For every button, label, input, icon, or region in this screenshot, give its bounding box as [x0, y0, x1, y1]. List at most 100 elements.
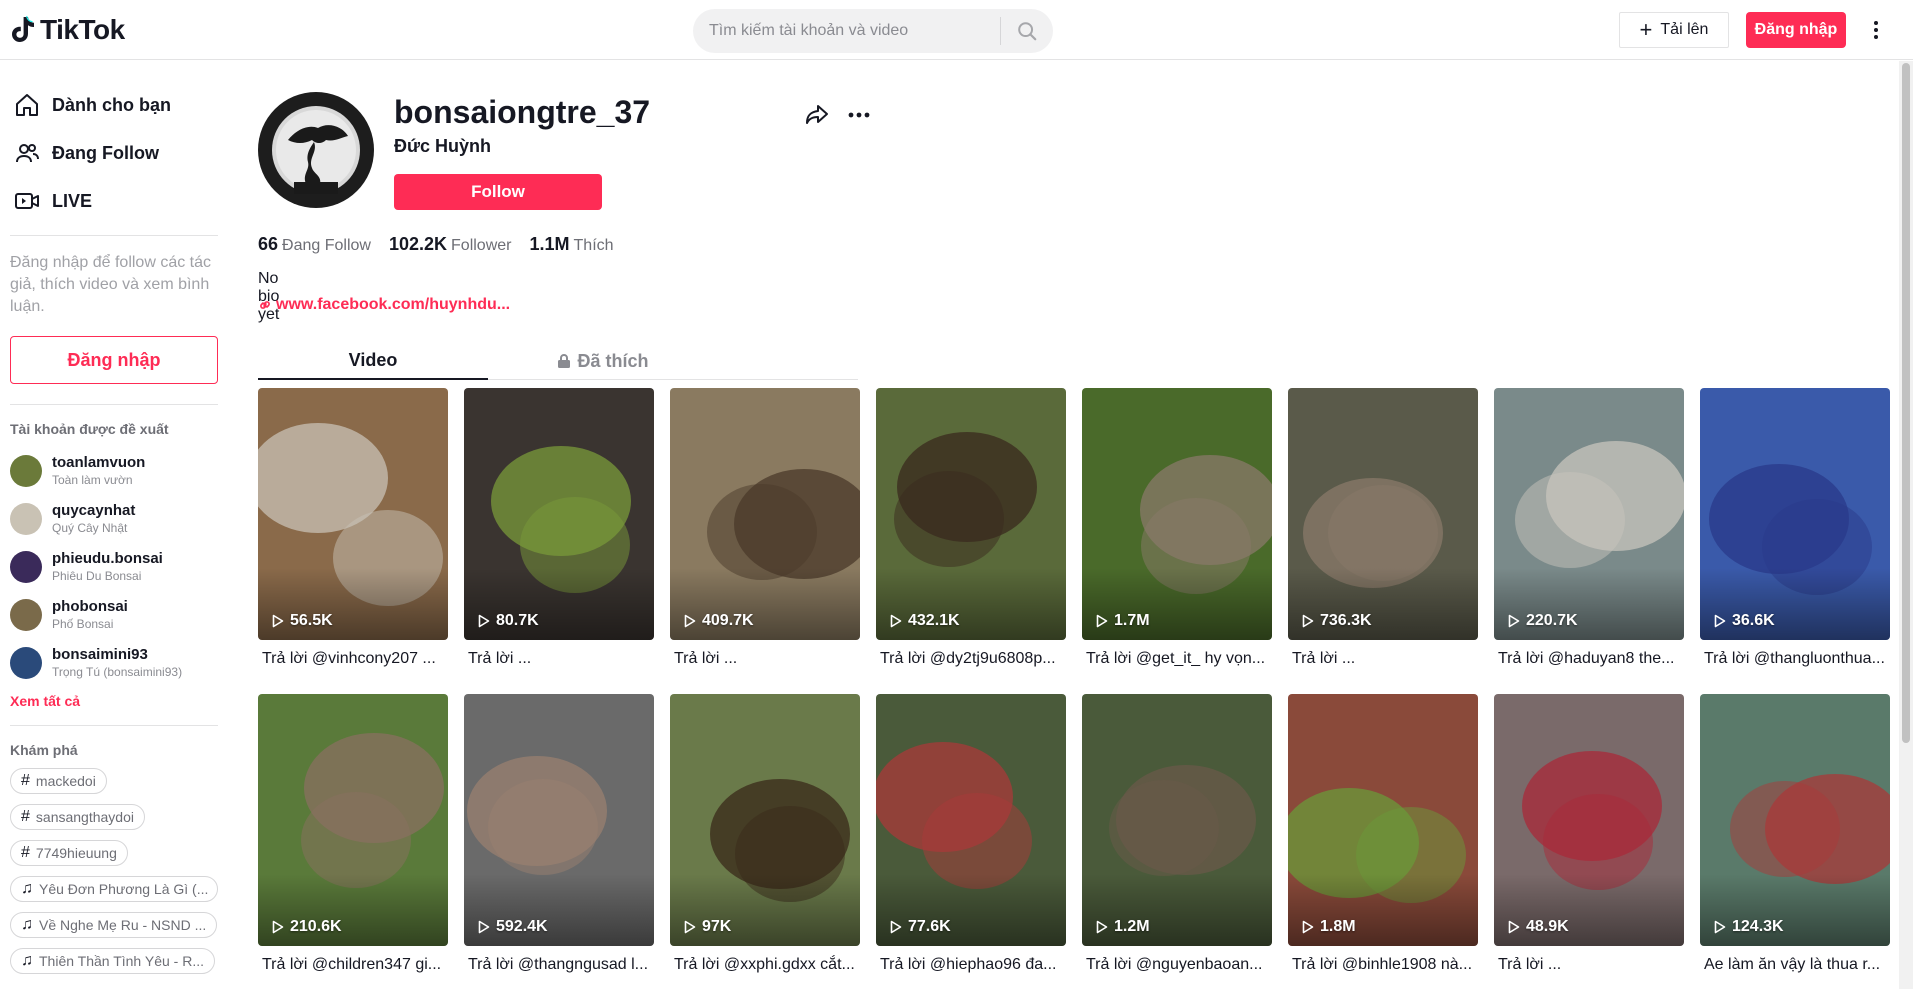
scrollbar-thumb[interactable]: [1902, 63, 1910, 743]
following-icon: [16, 144, 39, 163]
video-thumbnail[interactable]: 432.1K: [876, 388, 1066, 640]
follow-button[interactable]: Follow: [394, 174, 602, 210]
video-caption[interactable]: Trả lời ...: [1288, 640, 1478, 680]
nav-for-you[interactable]: Dành cho bạn: [10, 81, 230, 129]
video-caption[interactable]: Trả lời @xxphi.gdxx cắt...: [670, 946, 860, 986]
view-count-text: 1.7M: [1114, 612, 1150, 629]
video-caption[interactable]: Trả lời @hiephao96 đa...: [876, 946, 1066, 986]
video-caption[interactable]: Ae làm ăn vậy là thua r...: [1700, 946, 1890, 986]
video-card[interactable]: 220.7K Trả lời @haduyan8 the...: [1494, 388, 1684, 684]
video-thumbnail[interactable]: 220.7K: [1494, 388, 1684, 640]
logo-text: TikTok: [40, 14, 125, 45]
stat-followers[interactable]: 102.2K Follower: [389, 234, 512, 255]
video-caption[interactable]: Trả lời @children347 gi...: [258, 946, 448, 986]
suggested-account[interactable]: bonsaimini93 Trọng Tú (bonsaimini93): [10, 639, 230, 687]
video-caption[interactable]: Trả lời @nguyenbaoan...: [1082, 946, 1272, 986]
tiktok-logo[interactable]: TikTok: [10, 14, 125, 46]
play-icon: [1096, 614, 1108, 628]
video-thumbnail-image: [1288, 694, 1478, 946]
video-thumbnail[interactable]: 77.6K: [876, 694, 1066, 946]
video-thumbnail[interactable]: 36.6K: [1700, 388, 1890, 640]
discover-hashtag[interactable]: #7749hieuung: [10, 840, 128, 866]
video-caption[interactable]: Trả lời @get_it_ hy vọn...: [1082, 640, 1272, 680]
discover-music[interactable]: ♫ Yêu Đơn Phương Là Gì (...: [10, 876, 218, 902]
play-icon: [478, 920, 490, 934]
video-card[interactable]: 36.6K Trả lời @thangluonthua...: [1700, 388, 1890, 684]
see-all-link[interactable]: Xem tất cả: [10, 693, 230, 709]
account-nickname: Toàn làm vườn: [52, 473, 133, 487]
link-icon: [260, 301, 270, 309]
video-card[interactable]: 210.6K Trả lời @children347 gi...: [258, 694, 448, 990]
video-caption[interactable]: Trả lời ...: [670, 640, 860, 680]
sidebar-login-button[interactable]: Đăng nhập: [10, 336, 218, 384]
video-card[interactable]: 80.7K Trả lời ...: [464, 388, 654, 684]
video-thumbnail[interactable]: 210.6K: [258, 694, 448, 946]
video-card[interactable]: 97K Trả lời @xxphi.gdxx cắt...: [670, 694, 860, 990]
suggested-account[interactable]: quycaynhat Quý Cây Nhật: [10, 495, 230, 543]
tab-liked[interactable]: Đã thích: [488, 342, 718, 380]
video-card[interactable]: 124.3K Ae làm ăn vậy là thua r...: [1700, 694, 1890, 990]
discover-hashtag[interactable]: # sansangthaydoi: [10, 804, 145, 830]
video-caption[interactable]: Trả lời @dy2tj9u6808p...: [876, 640, 1066, 680]
stat-following[interactable]: 66 Đang Follow: [258, 234, 371, 255]
video-caption[interactable]: Trả lời @vinhcony207 ...: [258, 640, 448, 680]
video-card[interactable]: 736.3K Trả lời ...: [1288, 388, 1478, 684]
suggested-account[interactable]: toanlamvuon Toàn làm vườn: [10, 447, 230, 495]
page-scrollbar[interactable]: [1899, 61, 1913, 989]
video-card[interactable]: 1.2M Trả lời @nguyenbaoan...: [1082, 694, 1272, 990]
more-menu-button[interactable]: [1866, 14, 1886, 46]
nav-label: Đang Follow: [52, 142, 159, 163]
video-card[interactable]: 48.9K Trả lời ...: [1494, 694, 1684, 990]
video-thumbnail[interactable]: 409.7K: [670, 388, 860, 640]
discover-music[interactable]: ♫ Thiên Thần Tình Yêu - R...: [10, 948, 215, 974]
video-caption[interactable]: Trả lời @thangngusad l...: [464, 946, 654, 986]
video-thumbnail-image: [1700, 694, 1890, 946]
video-caption[interactable]: Trả lời ...: [464, 640, 654, 680]
search-button[interactable]: [1001, 9, 1053, 53]
discover-hashtag[interactable]: # mackedoi: [10, 768, 107, 794]
video-thumbnail[interactable]: 592.4K: [464, 694, 654, 946]
view-count: 80.7K: [478, 612, 539, 630]
video-caption[interactable]: Trả lời ...: [1494, 946, 1684, 986]
tiktok-logo-icon: [12, 15, 34, 42]
video-card[interactable]: 432.1K Trả lời @dy2tj9u6808p...: [876, 388, 1066, 684]
discover-music[interactable]: ♫ Về Nghe Mẹ Ru - NSND ...: [10, 912, 218, 938]
share-icon[interactable]: [804, 102, 830, 128]
login-button[interactable]: Đăng nhập: [1746, 12, 1846, 48]
nav-live[interactable]: LIVE: [10, 177, 230, 225]
view-count: 1.7M: [1096, 612, 1150, 630]
video-card[interactable]: 409.7K Trả lời ...: [670, 388, 860, 684]
video-thumbnail[interactable]: 48.9K: [1494, 694, 1684, 946]
suggested-account[interactable]: phobonsai Phố Bonsai: [10, 591, 230, 639]
video-thumbnail[interactable]: 97K: [670, 694, 860, 946]
profile-more-button[interactable]: [846, 102, 872, 128]
tab-label: Đã thích: [577, 350, 649, 371]
tab-video[interactable]: Video: [258, 342, 488, 380]
view-count-text: 1.8M: [1320, 918, 1356, 935]
search-input[interactable]: [693, 9, 1000, 53]
video-thumbnail[interactable]: 56.5K: [258, 388, 448, 640]
video-card[interactable]: 1.8M Trả lời @binhle1908 nà...: [1288, 694, 1478, 990]
video-card[interactable]: 592.4K Trả lời @thangngusad l...: [464, 694, 654, 990]
video-thumbnail[interactable]: 80.7K: [464, 388, 654, 640]
video-card[interactable]: 77.6K Trả lời @hiephao96 đa...: [876, 694, 1066, 990]
video-thumbnail[interactable]: 1.2M: [1082, 694, 1272, 946]
profile-username: bonsaiongtre_37: [394, 94, 651, 130]
video-caption[interactable]: Trả lời @binhle1908 nà...: [1288, 946, 1478, 986]
video-thumbnail[interactable]: 124.3K: [1700, 694, 1890, 946]
video-caption[interactable]: Trả lời @haduyan8 the...: [1494, 640, 1684, 680]
video-thumbnail[interactable]: 736.3K: [1288, 388, 1478, 640]
suggested-account[interactable]: phieudu.bonsai Phiêu Du Bonsai: [10, 543, 230, 591]
video-card[interactable]: 1.7M Trả lời @get_it_ hy vọn...: [1082, 388, 1272, 684]
account-username: bonsaimini93: [52, 646, 148, 663]
video-thumbnail[interactable]: 1.8M: [1288, 694, 1478, 946]
upload-button[interactable]: + Tải lên: [1619, 12, 1729, 48]
view-count-text: 592.4K: [496, 918, 548, 935]
video-thumbnail[interactable]: 1.7M: [1082, 388, 1272, 640]
video-card[interactable]: 56.5K Trả lời @vinhcony207 ...: [258, 388, 448, 684]
video-caption[interactable]: Trả lời @thangluonthua...: [1700, 640, 1890, 680]
login-hint: Đăng nhập để follow các tác giả, thích v…: [10, 254, 212, 315]
profile-link[interactable]: www.facebook.com/huynhdu...: [258, 296, 510, 314]
play-icon: [1096, 920, 1108, 934]
nav-following[interactable]: Đang Follow: [10, 129, 230, 177]
